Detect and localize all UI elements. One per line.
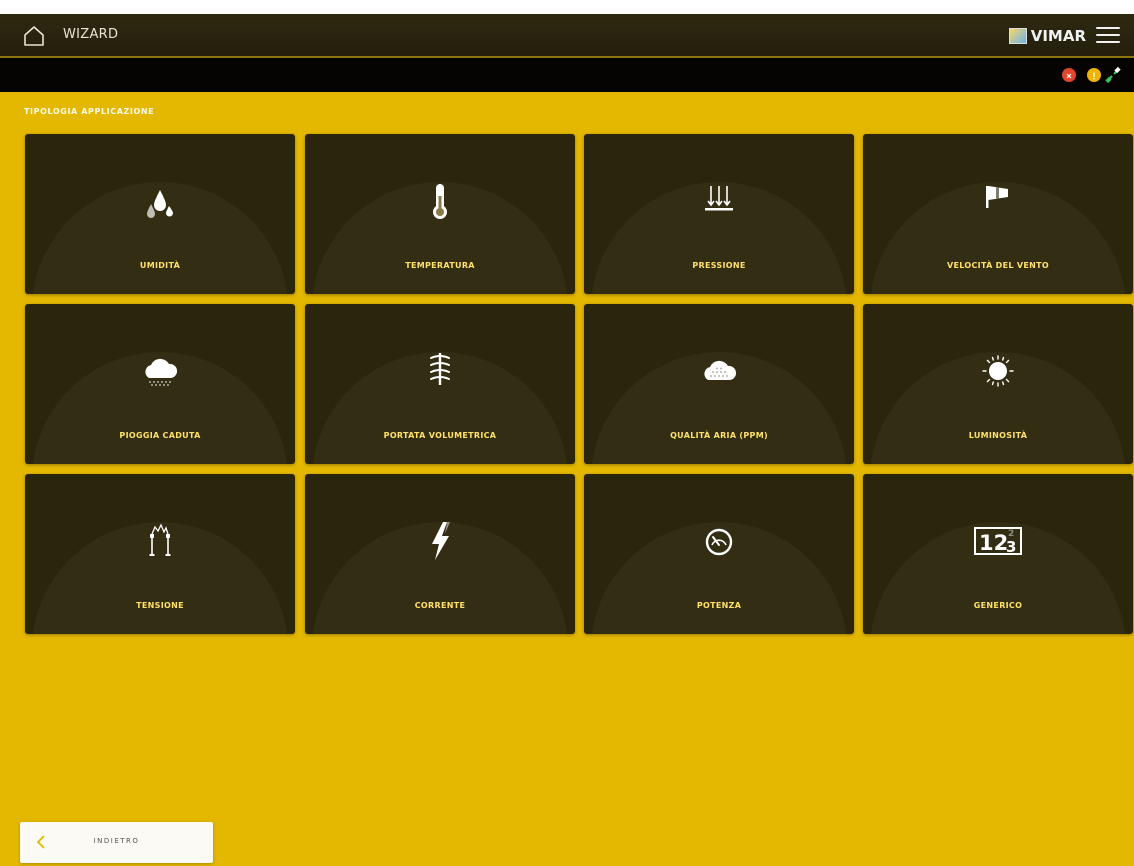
tile-pressione[interactable]: PRESSIONE xyxy=(584,134,854,294)
svg-text:12: 12 xyxy=(979,531,1008,555)
tile-generico[interactable]: 12 3 2 GENERICO xyxy=(863,474,1133,634)
humidity-icon xyxy=(130,174,190,234)
connection-status-icon[interactable] xyxy=(1103,65,1123,85)
flow-icon xyxy=(410,344,470,404)
lightning-icon xyxy=(410,514,470,574)
page-title: WIZARD xyxy=(63,27,119,42)
svg-text:3: 3 xyxy=(1006,538,1016,556)
tile-umidita[interactable]: UMIDITÀ xyxy=(25,134,295,294)
gauge-icon xyxy=(689,514,749,574)
app-screen: WIZARD VIMAR TIPOLOGIA APPLICAZIONE UMID… xyxy=(0,14,1134,866)
tile-label: TENSIONE xyxy=(136,601,184,610)
voltage-icon xyxy=(130,514,190,574)
tile-corrente[interactable]: CORRENTE xyxy=(305,474,575,634)
brand-name: VIMAR xyxy=(1030,27,1086,45)
tile-label: PORTATA VOLUMETRICA xyxy=(383,431,497,440)
tile-label: PIOGGIA CADUTA xyxy=(119,431,201,440)
vimar-logo: VIMAR xyxy=(1008,24,1086,48)
tile-velocita-vento[interactable]: VELOCITÀ DEL VENTO xyxy=(863,134,1133,294)
back-button[interactable]: INDIETRO xyxy=(20,822,213,863)
tile-potenza[interactable]: POTENZA xyxy=(584,474,854,634)
tile-label: POTENZA xyxy=(696,601,742,610)
rain-cloud-icon xyxy=(130,344,190,404)
pressure-icon xyxy=(689,174,749,234)
tile-tensione[interactable]: TENSIONE xyxy=(25,474,295,634)
air-quality-cloud-icon xyxy=(689,344,749,404)
tile-label: PRESSIONE xyxy=(692,261,746,270)
status-bar xyxy=(0,58,1134,92)
tile-qualita-aria[interactable]: QUALITÀ ARIA (PPM) xyxy=(584,304,854,464)
tile-label: TEMPERATURA xyxy=(405,261,475,270)
logo-mark xyxy=(1008,28,1027,44)
back-label: INDIETRO xyxy=(93,837,140,845)
tile-label: GENERICO xyxy=(973,601,1023,610)
counter-icon: 12 3 2 xyxy=(968,514,1028,574)
tile-pioggia-caduta[interactable]: PIOGGIA CADUTA xyxy=(25,304,295,464)
tile-luminosita[interactable]: LUMINOSITÀ xyxy=(863,304,1133,464)
tile-label: LUMINOSITÀ xyxy=(968,431,1028,440)
section-title: TIPOLOGIA APPLICAZIONE xyxy=(24,107,155,116)
error-status-icon[interactable] xyxy=(1062,68,1076,82)
top-bar: WIZARD VIMAR xyxy=(0,14,1134,58)
svg-text:2: 2 xyxy=(1008,529,1014,539)
tile-portata-volumetrica[interactable]: PORTATA VOLUMETRICA xyxy=(305,304,575,464)
tile-label: UMIDITÀ xyxy=(139,261,181,270)
thermometer-icon xyxy=(410,174,470,234)
tile-label: QUALITÀ ARIA (PPM) xyxy=(670,431,768,440)
tile-temperatura[interactable]: TEMPERATURA xyxy=(305,134,575,294)
sun-icon xyxy=(968,344,1028,404)
warning-status-icon[interactable] xyxy=(1087,68,1101,82)
home-icon[interactable] xyxy=(22,24,46,48)
windsock-icon xyxy=(968,174,1028,234)
menu-icon[interactable] xyxy=(1096,27,1120,45)
tile-label: CORRENTE xyxy=(414,601,466,610)
tile-label: VELOCITÀ DEL VENTO xyxy=(947,261,1049,270)
